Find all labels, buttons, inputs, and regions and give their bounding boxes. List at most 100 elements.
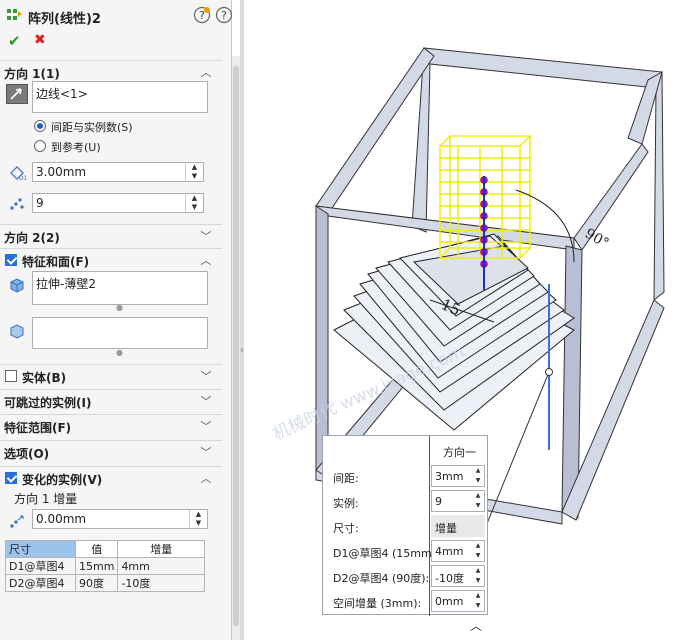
chevron-down-icon[interactable]: ﹀: [200, 418, 212, 434]
callout-header: 方向一: [443, 446, 476, 459]
chevron-up-icon[interactable]: ︿: [200, 64, 212, 80]
callout-value: 0mm: [435, 595, 464, 608]
features-checkbox[interactable]: [5, 254, 17, 266]
bodies-section[interactable]: 实体(B) ﹀: [0, 364, 222, 386]
panel-scrollbar[interactable]: [232, 56, 240, 640]
direction1-header: 方向 1(1): [4, 67, 60, 81]
direction2-header: 方向 2(2): [4, 231, 60, 245]
increment-icon: [8, 512, 26, 530]
callout-space-increment-input[interactable]: 0mm ▲ ▼: [431, 590, 485, 612]
up-to-reference-label: 到参考(U): [51, 141, 101, 154]
features-list[interactable]: 拉伸-薄壁2: [32, 271, 208, 305]
instances-input[interactable]: 9 ▲ ▼: [32, 193, 204, 213]
resize-handle-icon[interactable]: ●: [116, 348, 123, 357]
table-row[interactable]: D2@草图4 90度 -10度: [5, 574, 205, 592]
callout-collapse-icon[interactable]: ︿: [470, 617, 482, 634]
svg-text:D1: D1: [19, 175, 26, 182]
chevron-down-icon[interactable]: ﹀: [200, 444, 212, 460]
callout-value: 3mm: [435, 470, 464, 483]
reverse-direction-icon[interactable]: [6, 84, 28, 104]
callout-label: 空间增量 (3mm):: [333, 597, 422, 610]
chevron-down-icon[interactable]: ﹀: [200, 228, 212, 244]
callout-label: 间距:: [333, 472, 359, 485]
angle-dimension-arc: [515, 189, 575, 263]
callout-row: D2@草图4 (90度): -10度 ▲ ▼: [323, 564, 489, 588]
callout-label: D2@草图4 (90度):: [333, 572, 430, 585]
callout-value: 9: [435, 495, 442, 508]
chevron-up-icon[interactable]: ︿: [200, 252, 212, 268]
svg-text:?: ?: [221, 9, 227, 22]
spacing-spinner[interactable]: ▲ ▼: [185, 163, 203, 181]
scrollbar-thumb[interactable]: [233, 66, 239, 626]
callout-label: D1@草图4 (15mm):: [333, 547, 440, 560]
faces-list[interactable]: [32, 317, 208, 349]
callout-value: 4mm: [435, 545, 464, 558]
table-header[interactable]: 尺寸: [5, 540, 76, 558]
direction2-section[interactable]: 方向 2(2) ﹀: [0, 224, 222, 246]
increment-spinner[interactable]: ▲ ▼: [189, 510, 207, 528]
cancel-button[interactable]: ✖: [34, 32, 46, 48]
callout-row: 尺寸: 增量: [323, 514, 489, 538]
callout-row: D1@草图4 (15mm): 4mm ▲ ▼: [323, 539, 489, 563]
increment-value: 0.00mm: [36, 512, 87, 526]
table-header[interactable]: 值: [74, 540, 119, 558]
callout-spinner[interactable]: ▲ ▼: [472, 491, 484, 511]
spacing-instances-radio[interactable]: [34, 120, 46, 132]
chevron-up-icon[interactable]: ︿: [200, 470, 212, 486]
increment-input[interactable]: 0.00mm ▲ ▼: [32, 509, 208, 529]
varying-table[interactable]: 尺寸 值 增量 D1@草图4 15mm 4mm D2@草图4 90度 -10度: [5, 540, 205, 592]
table-cell[interactable]: 4mm: [117, 557, 205, 575]
spacing-instances-label: 间距与实例数(S): [51, 121, 133, 134]
help-question-icon[interactable]: ?: [193, 6, 211, 24]
callout-dimension-mode[interactable]: 增量: [431, 515, 485, 537]
instances-value: 9: [36, 196, 44, 210]
resize-handle-icon[interactable]: ●: [116, 303, 123, 312]
table-header[interactable]: 增量: [117, 540, 205, 558]
chevron-down-icon[interactable]: ﹀: [200, 393, 212, 409]
table-cell[interactable]: -10度: [117, 574, 205, 592]
direction1-section[interactable]: 方向 1(1) ︿: [0, 60, 222, 82]
features-item: 拉伸-薄壁2: [36, 277, 96, 291]
up-to-reference-radio[interactable]: [34, 140, 46, 152]
table-row[interactable]: D1@草图4 15mm 4mm: [5, 557, 205, 575]
callout-anchor[interactable]: [545, 368, 553, 376]
spacing-input[interactable]: 3.00mm ▲ ▼: [32, 162, 204, 182]
callout-spinner[interactable]: ▲ ▼: [472, 591, 484, 611]
callout-label: 尺寸:: [333, 522, 359, 535]
pattern-callout[interactable]: 方向一 间距: 3mm ▲ ▼ 实例: 9 ▲ ▼ 尺寸: 增量 D1@草图4 (15m…: [322, 435, 489, 616]
faces-icon: [8, 322, 26, 340]
feature-scope-header: 特征范围(F): [4, 421, 72, 435]
features-section[interactable]: 特征和面(F) ︿: [0, 248, 222, 270]
spacing-value: 3.00mm: [36, 165, 87, 179]
edge-selection-box[interactable]: 边线<1>: [32, 81, 208, 113]
table-cell[interactable]: D1@草图4: [5, 557, 76, 575]
features-header: 特征和面(F): [22, 255, 90, 269]
table-cell[interactable]: D2@草图4: [5, 574, 76, 592]
callout-d2-input[interactable]: -10度 ▲ ▼: [431, 565, 485, 587]
instances-icon: [8, 195, 26, 213]
linear-pattern-icon: [6, 6, 24, 24]
callout-spinner[interactable]: ▲ ▼: [472, 566, 484, 586]
ok-button[interactable]: ✔: [8, 32, 21, 50]
callout-value: 增量: [435, 522, 457, 535]
bodies-checkbox[interactable]: [5, 370, 17, 382]
increment-label: 方向 1 增量: [14, 492, 78, 506]
varying-checkbox[interactable]: [5, 472, 17, 484]
callout-spinner[interactable]: ▲ ▼: [472, 466, 484, 486]
options-header: 选项(O): [4, 447, 50, 461]
feature-scope-section[interactable]: 特征范围(F) ﹀: [0, 414, 222, 436]
options-section[interactable]: 选项(O) ﹀: [0, 440, 222, 462]
table-cell[interactable]: 90度: [74, 574, 119, 592]
callout-d1-input[interactable]: 4mm ▲ ▼: [431, 540, 485, 562]
instances-spinner[interactable]: ▲ ▼: [185, 194, 203, 212]
callout-instances-input[interactable]: 9 ▲ ▼: [431, 490, 485, 512]
chevron-down-icon[interactable]: ﹀: [200, 368, 212, 384]
callout-row: 空间增量 (3mm): 0mm ▲ ▼: [323, 589, 489, 613]
callout-row: 间距: 3mm ▲ ▼: [323, 464, 489, 488]
skip-instances-section[interactable]: 可跳过的实例(I) ﹀: [0, 389, 222, 411]
callout-spinner[interactable]: ▲ ▼: [472, 541, 484, 561]
table-cell[interactable]: 15mm: [74, 557, 119, 575]
varying-instances-section[interactable]: 变化的实例(V) ︿: [0, 466, 222, 488]
help-info-icon[interactable]: ?: [215, 6, 233, 24]
callout-spacing-input[interactable]: 3mm ▲ ▼: [431, 465, 485, 487]
